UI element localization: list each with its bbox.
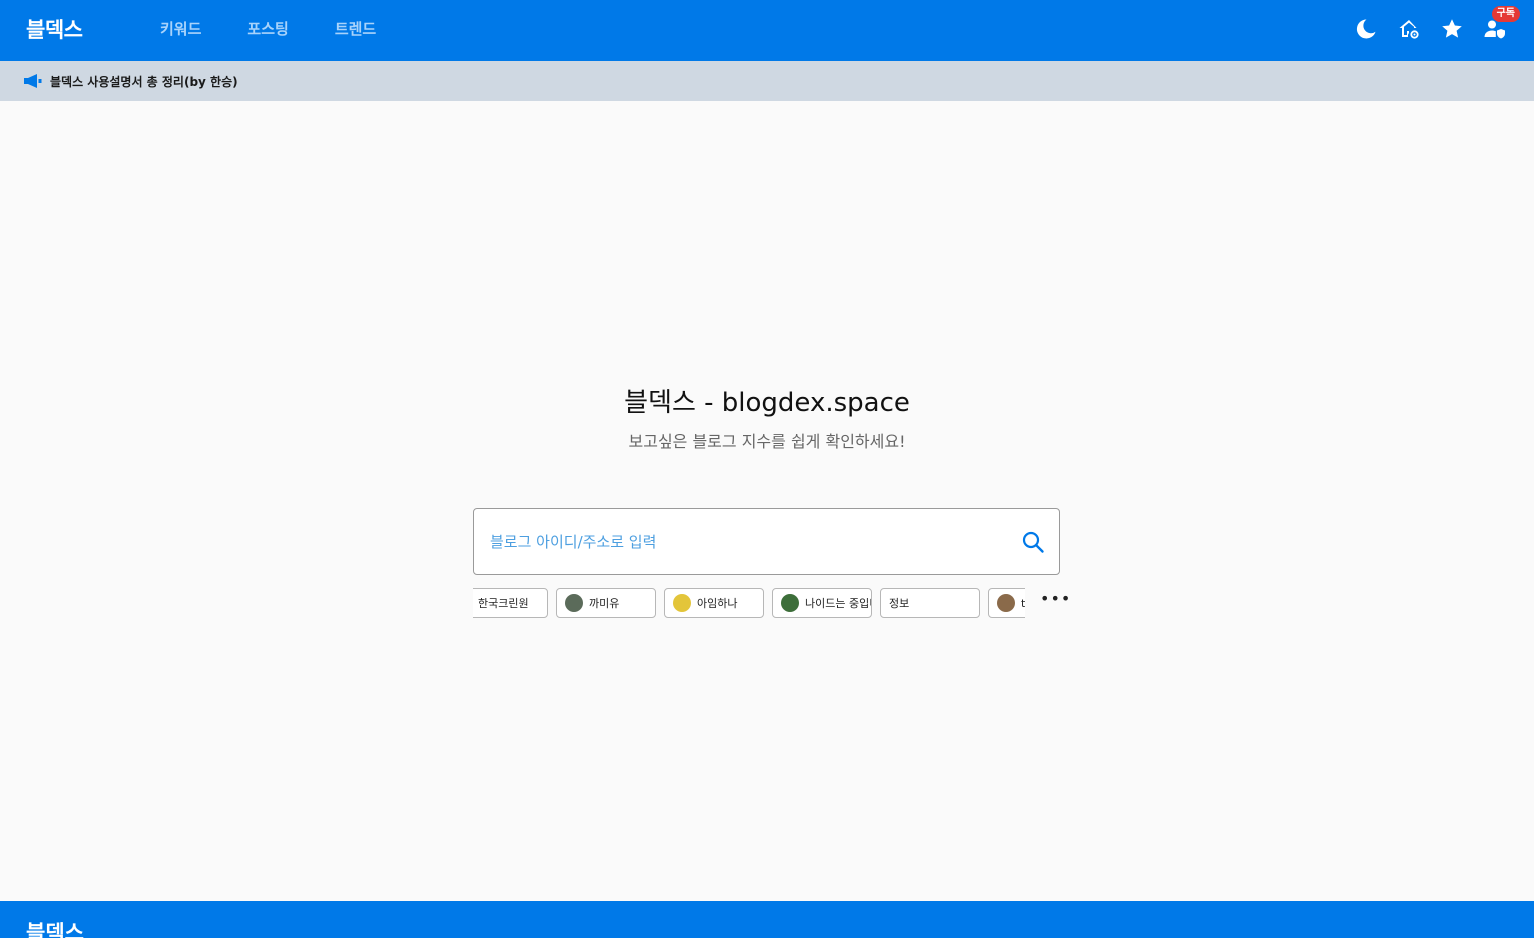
megaphone-icon xyxy=(24,74,42,88)
blog-search-input[interactable] xyxy=(474,521,994,562)
subscribe-button[interactable]: 구독 xyxy=(1480,6,1520,44)
nav-posting[interactable]: 포스팅 xyxy=(247,18,288,39)
notice-link[interactable]: 블덱스 사용설명서 총 정리(by 한승) xyxy=(50,73,238,90)
subscribe-badge: 구독 xyxy=(1491,6,1520,22)
search-icon[interactable] xyxy=(1021,530,1045,554)
footer-logo: 블덱스 xyxy=(26,921,84,938)
notice-bar: 블덱스 사용설명서 총 정리(by 한승) xyxy=(0,61,1534,101)
search-box xyxy=(473,508,1060,575)
nav-keyword[interactable]: 키워드 xyxy=(160,18,201,39)
my-blog-button[interactable] xyxy=(1394,14,1424,44)
nav-trend[interactable]: 트렌드 xyxy=(335,18,376,39)
moon-icon xyxy=(1356,19,1376,39)
more-recent-button[interactable]: ••• xyxy=(1040,591,1070,610)
avatar xyxy=(565,594,583,612)
recent-chip[interactable]: 까미유 xyxy=(556,588,656,618)
home-settings-icon xyxy=(1399,20,1419,39)
recent-searches: 한국크린원 까미유 아임하나 나이드는 중입니다 정보 tistory xyxy=(473,588,1025,620)
recent-chip-label: 나이드는 중입니다 xyxy=(805,597,871,610)
recent-chip-label: tistory xyxy=(1021,596,1025,610)
recent-chip[interactable]: tistory xyxy=(988,588,1025,618)
recent-chip-label: 까미유 xyxy=(589,597,620,610)
star-icon xyxy=(1442,19,1462,38)
dark-mode-toggle[interactable] xyxy=(1351,14,1381,44)
top-icons: 구독 xyxy=(1338,6,1520,44)
main-nav: 키워드 포스팅 트렌드 xyxy=(160,18,422,39)
logo[interactable]: 블덱스 xyxy=(26,14,83,44)
page-title: 블덱스 - blogdex.space xyxy=(624,388,910,418)
recent-chip-label: 아임하나 xyxy=(697,597,738,610)
recent-chip[interactable]: 나이드는 중입니다 xyxy=(772,588,872,618)
avatar xyxy=(673,594,691,612)
recent-chip-label: 한국크린원 xyxy=(478,597,529,610)
top-navbar: 블덱스 키워드 포스팅 트렌드 구독 xyxy=(0,0,1534,61)
recent-chip[interactable]: 아임하나 xyxy=(664,588,764,618)
avatar xyxy=(997,594,1015,612)
footer: 블덱스 xyxy=(0,901,1534,938)
recent-chip[interactable]: 정보 xyxy=(880,588,980,618)
avatar xyxy=(781,594,799,612)
recent-chip-label: 정보 xyxy=(889,597,910,610)
page-subtitle: 보고싶은 블로그 지수를 쉽게 확인하세요! xyxy=(628,432,906,451)
recent-chip[interactable]: 한국크린원 xyxy=(473,588,548,618)
favorites-button[interactable] xyxy=(1437,14,1467,44)
